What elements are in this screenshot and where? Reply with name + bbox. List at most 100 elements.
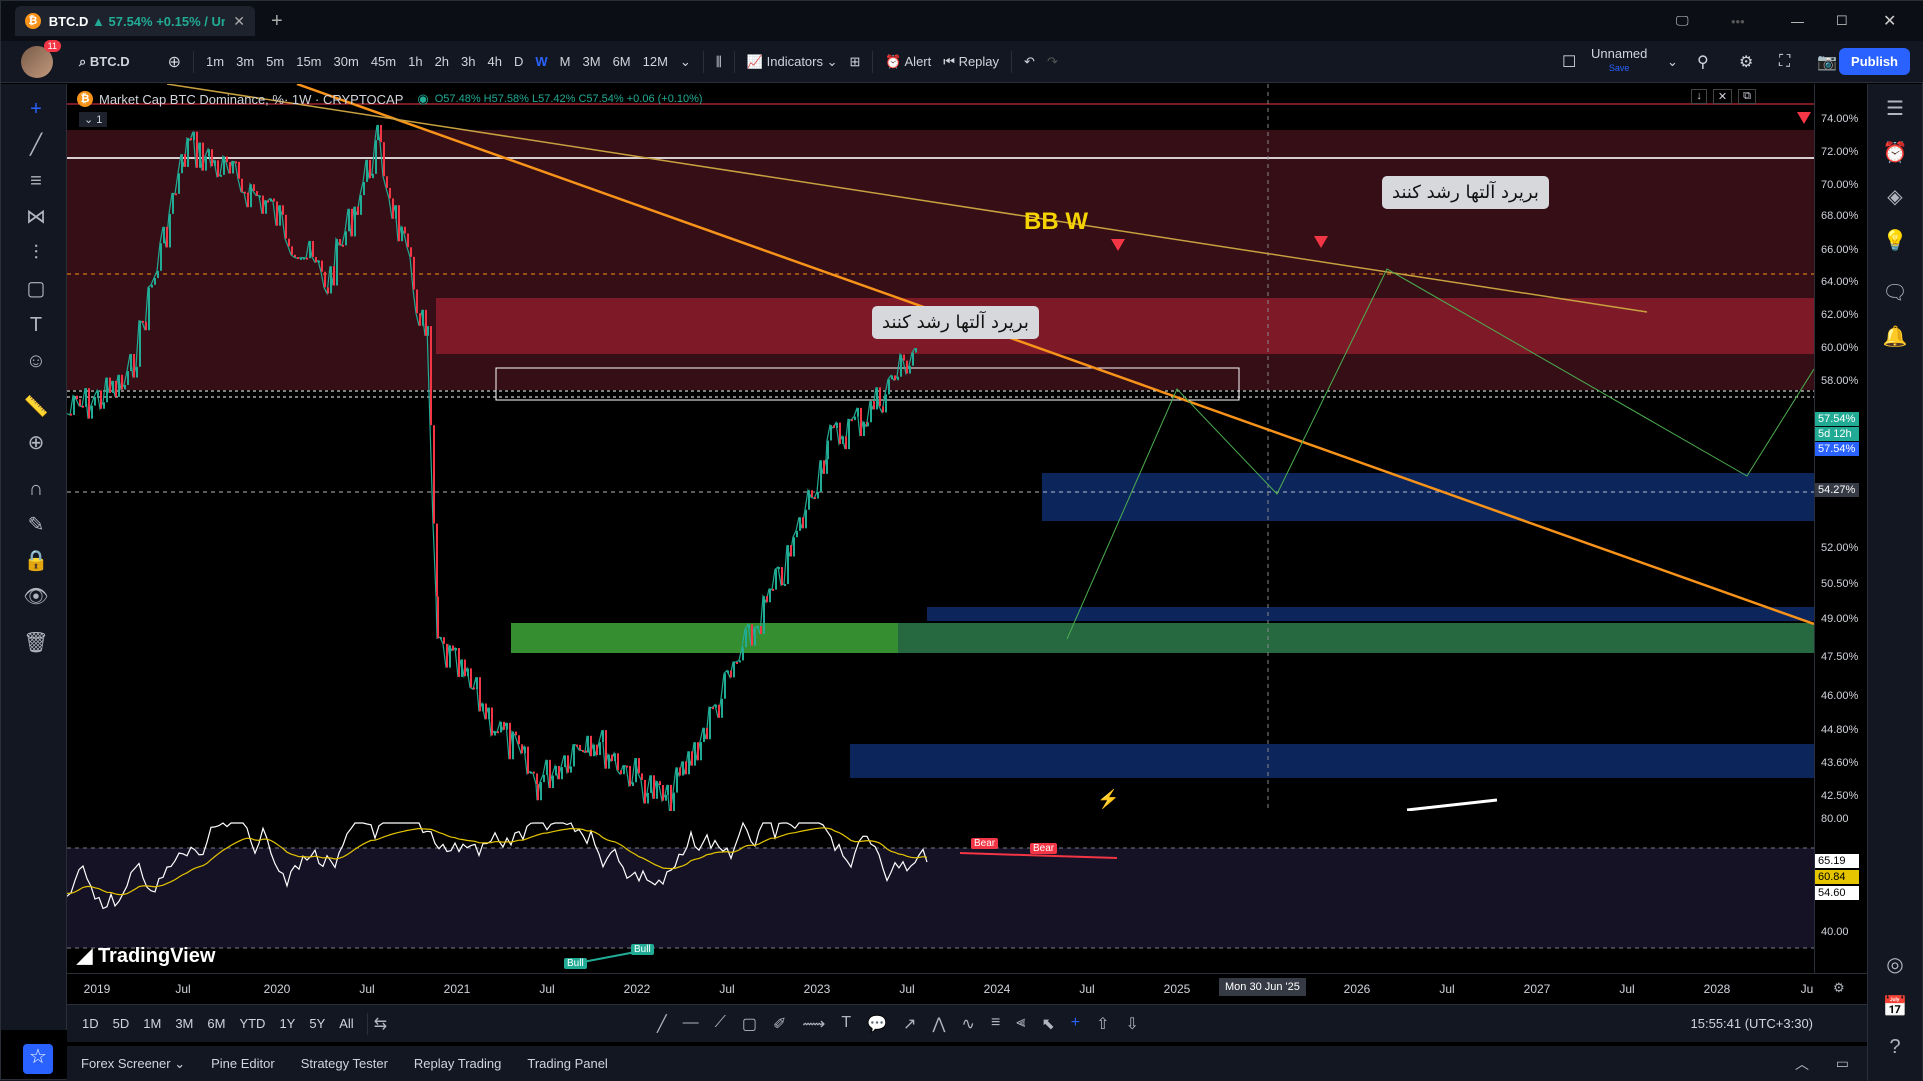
- alerts-icon[interactable]: ⏰: [1881, 140, 1909, 168]
- timeframe-W[interactable]: W: [529, 54, 553, 69]
- clock[interactable]: 15:55:41 (UTC+3:30): [1691, 1016, 1813, 1031]
- settings-icon[interactable]: ⚙: [1733, 52, 1759, 72]
- pattern-icon[interactable]: ⋀: [932, 1014, 945, 1034]
- range-All[interactable]: All: [332, 1016, 360, 1031]
- pane-toggle[interactable]: ⌄ 1: [79, 112, 108, 127]
- timeframe-30m[interactable]: 30m: [328, 54, 365, 69]
- up-arrow-icon[interactable]: ⇧: [1096, 1014, 1109, 1034]
- timeframe-4h[interactable]: 4h: [482, 54, 508, 69]
- pattern-icon[interactable]: ⋈: [23, 204, 49, 230]
- ruler-icon[interactable]: 📏: [23, 394, 49, 420]
- timeframe-12M[interactable]: 12M: [637, 54, 674, 69]
- text-icon[interactable]: T: [23, 312, 49, 338]
- collapse-panel-icon[interactable]: ︿: [1795, 1054, 1809, 1074]
- range-3M[interactable]: 3M: [168, 1016, 200, 1031]
- fullscreen-icon[interactable]: ⛶: [1773, 53, 1796, 71]
- cursor-icon[interactable]: ⬉: [1041, 1014, 1054, 1034]
- screen-icon[interactable]: 🖵: [1676, 1, 1689, 41]
- range-5D[interactable]: 5D: [106, 1016, 137, 1031]
- panel-tab[interactable]: Forex Screener ⌄: [81, 1056, 185, 1072]
- zoom-icon[interactable]: ⊕: [23, 430, 49, 456]
- forecast-icon[interactable]: ⫶: [23, 240, 49, 266]
- layers-icon[interactable]: ◈: [1881, 184, 1909, 212]
- timeframe-D[interactable]: D: [508, 54, 529, 69]
- settings-icon[interactable]: ⚙: [1833, 980, 1845, 996]
- panel-tab[interactable]: Trading Panel: [527, 1056, 607, 1072]
- lightning-icon[interactable]: ⚡: [1097, 789, 1119, 810]
- calendar-icon[interactable]: 📅: [1881, 994, 1909, 1022]
- undo-icon[interactable]: ↶: [1018, 54, 1041, 70]
- arrow-icon[interactable]: ↗: [903, 1014, 916, 1034]
- templates-icon[interactable]: ⊞: [844, 54, 867, 70]
- panel-tab[interactable]: Strategy Tester: [301, 1056, 388, 1072]
- trendline-icon[interactable]: ╱: [23, 132, 49, 158]
- magnet-icon[interactable]: ∩: [23, 476, 49, 502]
- panel-tab[interactable]: Pine Editor: [211, 1056, 275, 1072]
- horizontal-line-icon[interactable]: —: [683, 1014, 699, 1034]
- close-window-icon[interactable]: ✕: [1883, 1, 1896, 41]
- channel-icon[interactable]: ≡: [991, 1014, 1000, 1034]
- layout-name-button[interactable]: Unnamed Save: [1591, 47, 1647, 75]
- timeframe-3M[interactable]: 3M: [577, 54, 607, 69]
- down-arrow-icon[interactable]: ⇩: [1125, 1014, 1138, 1034]
- notifications-icon[interactable]: 🔔: [1881, 324, 1909, 352]
- watchlist-icon[interactable]: ☰: [1881, 96, 1909, 124]
- time-axis[interactable]: 2019 Jul 2020 Jul 2021 Jul 2022 Jul 2023 Jul 2024 J…: [67, 973, 1869, 1001]
- timeframe-1h[interactable]: 1h: [402, 54, 428, 69]
- publish-button[interactable]: Publish: [1839, 48, 1910, 75]
- chart-title[interactable]: Market Cap BTC Dominance, %· 1W · CRYPTO…: [99, 92, 403, 107]
- timeframe-6M[interactable]: 6M: [607, 54, 637, 69]
- chat-icon[interactable]: 🗨: [1881, 280, 1909, 308]
- lock-drawings-icon[interactable]: ✎: [23, 512, 49, 538]
- fib-icon[interactable]: ≡: [23, 168, 49, 194]
- main-chart[interactable]: ₿ Market Cap BTC Dominance, %· 1W · CRYP…: [67, 84, 1814, 811]
- range-YTD[interactable]: YTD: [232, 1016, 272, 1031]
- path-icon[interactable]: ⟿: [802, 1014, 825, 1034]
- quick-search-icon[interactable]: ⚲: [1691, 52, 1715, 72]
- minimize-icon[interactable]: —: [1791, 1, 1804, 41]
- candle-type-icon[interactable]: ⫼: [710, 54, 728, 70]
- new-tab-button[interactable]: +: [271, 10, 283, 33]
- timeframe-1m[interactable]: 1m: [200, 54, 230, 69]
- timeframe-5m[interactable]: 5m: [260, 54, 290, 69]
- browser-tab[interactable]: ₿ BTC.D ▲ 57.54% +0.15% / Un ✕: [15, 6, 255, 36]
- ideas-icon[interactable]: 💡: [1881, 228, 1909, 256]
- range-1D[interactable]: 1D: [75, 1016, 106, 1031]
- timeframe-dropdown-icon[interactable]: ⌄: [674, 54, 697, 70]
- callout-top[interactable]: بریرد آلتها رشد کنند: [1382, 176, 1549, 209]
- dom-icon[interactable]: ◎: [1881, 952, 1909, 980]
- indicators-button[interactable]: 📈 Indicators ⌄: [741, 54, 844, 70]
- pitchfork-icon[interactable]: ⫷: [1016, 1014, 1025, 1034]
- timeframe-45m[interactable]: 45m: [365, 54, 402, 69]
- timeframe-3h[interactable]: 3h: [455, 54, 481, 69]
- symbol-search[interactable]: ⌕ BTC.D: [73, 54, 136, 70]
- redo-icon[interactable]: ↷: [1041, 54, 1064, 70]
- timeframe-2h[interactable]: 2h: [429, 54, 455, 69]
- rsi-pane[interactable]: ◢ TradingView Bull Bull Bear Bear: [67, 813, 1814, 973]
- range-1M[interactable]: 1M: [136, 1016, 168, 1031]
- callout-icon[interactable]: 💬: [867, 1014, 887, 1034]
- trash-icon[interactable]: 🗑: [23, 630, 49, 656]
- brush-icon[interactable]: ✐: [773, 1014, 786, 1034]
- maximize-pane-icon[interactable]: ✕: [1712, 89, 1733, 104]
- callout-mid[interactable]: بریرد آلتها رشد کنند: [872, 306, 1039, 339]
- panel-tab[interactable]: Replay Trading: [414, 1056, 501, 1072]
- range-5Y[interactable]: 5Y: [302, 1016, 332, 1031]
- layout-dropdown-icon[interactable]: ⌄: [1661, 54, 1684, 70]
- eye-icon[interactable]: 👁: [23, 584, 49, 610]
- help-icon[interactable]: ?: [1881, 1036, 1909, 1064]
- maximize-icon[interactable]: ☐: [1836, 1, 1848, 41]
- avatar[interactable]: 11: [21, 39, 61, 78]
- rectangle-icon[interactable]: ▢: [742, 1014, 757, 1034]
- timeframe-3m[interactable]: 3m: [230, 54, 260, 69]
- shapes-icon[interactable]: ▢: [23, 276, 49, 302]
- maximize-panel-icon[interactable]: ▭: [1836, 1055, 1849, 1072]
- range-1Y[interactable]: 1Y: [272, 1016, 302, 1031]
- layout-icon[interactable]: ☐: [1556, 52, 1582, 72]
- wave-icon[interactable]: ∿: [962, 1014, 975, 1034]
- replay-button[interactable]: ⏮ Replay: [937, 54, 1005, 70]
- timeframe-M[interactable]: M: [554, 54, 577, 69]
- go-to-date-icon[interactable]: ⇆: [374, 1014, 387, 1034]
- lock-icon[interactable]: 🔒: [23, 548, 49, 574]
- more-icon[interactable]: •••: [1731, 1, 1745, 41]
